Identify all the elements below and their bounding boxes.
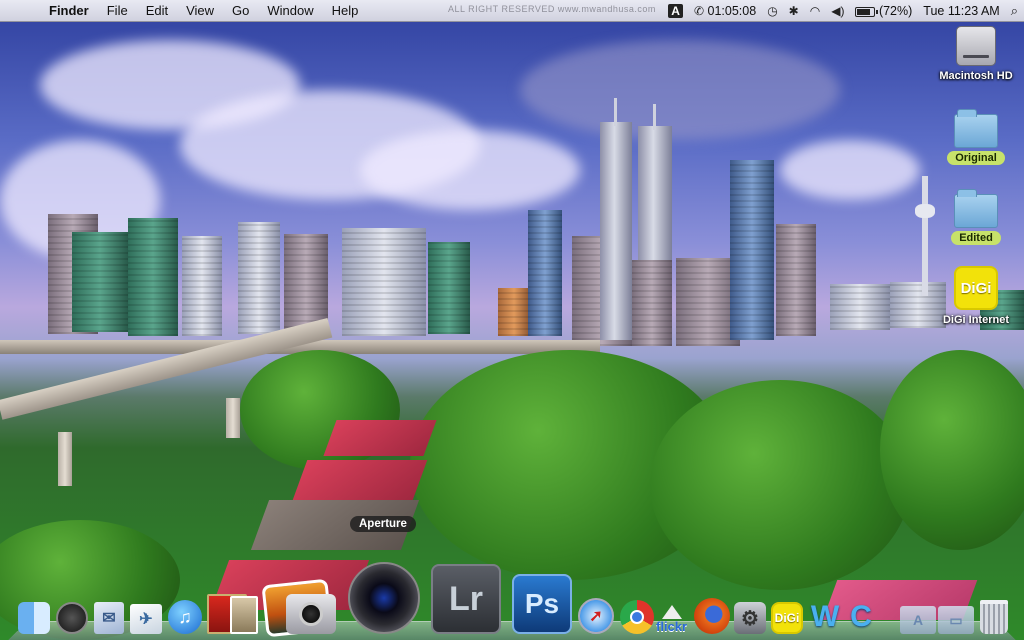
digi-icon: DiGi bbox=[954, 266, 998, 310]
dock-photoshop[interactable]: Ps bbox=[512, 574, 572, 634]
dock-flickr[interactable]: flickr bbox=[656, 605, 687, 634]
battery-icon bbox=[855, 6, 879, 17]
menu-edit[interactable]: Edit bbox=[137, 0, 177, 22]
menu-status-area: A ✆ 01:05:08 ◷ ✱ ◠ ◀) (72%) Tue 11:23 AM… bbox=[668, 0, 1018, 22]
finder-icon bbox=[18, 602, 50, 634]
wallpaper-watermark: ALL RIGHT RESERVED www.mwandhusa.com bbox=[448, 4, 656, 14]
dock-digi[interactable]: DiGi bbox=[771, 602, 803, 634]
input-menu-icon[interactable]: A bbox=[668, 4, 683, 18]
applications-folder-icon: A bbox=[900, 606, 936, 634]
dock-itunes[interactable]: ♫ bbox=[168, 600, 202, 634]
desktop-icon-label: DiGi Internet bbox=[942, 314, 1009, 326]
dock-tooltip: Aperture bbox=[350, 516, 416, 532]
photoshop-icon: Ps bbox=[512, 574, 572, 634]
dock-finder[interactable] bbox=[18, 602, 50, 634]
timer-value: 01:05:08 bbox=[707, 4, 757, 18]
itunes-icon: ♫ bbox=[168, 600, 202, 634]
dock-firefox[interactable] bbox=[694, 598, 730, 634]
dock-iphoto[interactable]: ✈ bbox=[130, 604, 162, 634]
desktop-wallpaper bbox=[0, 0, 1024, 640]
aperture-icon bbox=[348, 562, 420, 634]
camera-icon bbox=[286, 594, 336, 634]
dock-image-capture[interactable] bbox=[286, 594, 336, 634]
dock-applications-folder[interactable]: A bbox=[900, 606, 936, 634]
timer-status[interactable]: ✆ 01:05:08 bbox=[694, 0, 756, 22]
digi-icon: DiGi bbox=[771, 602, 803, 634]
dock-mail[interactable]: ✉ bbox=[94, 602, 124, 634]
c-app-icon: C bbox=[850, 600, 872, 633]
desktop-icon-macintosh-hd[interactable]: Macintosh HD bbox=[931, 26, 1021, 84]
hard-drive-icon bbox=[956, 26, 996, 66]
dock-dashboard[interactable] bbox=[56, 602, 88, 634]
desktop-icon-label: Original bbox=[947, 151, 1005, 165]
word-icon: W bbox=[810, 600, 840, 633]
phone-icon: ✆ bbox=[693, 4, 705, 18]
chrome-icon bbox=[620, 600, 654, 634]
safari-icon: ➚ bbox=[578, 598, 614, 634]
desktop-icon-edited[interactable]: Edited bbox=[931, 189, 1021, 246]
lightroom-icon: Lr bbox=[431, 564, 501, 634]
menu-view[interactable]: View bbox=[177, 0, 223, 22]
menu-finder[interactable]: Finder bbox=[40, 0, 98, 22]
time-machine-icon[interactable]: ◷ bbox=[767, 0, 777, 22]
dock-c-app[interactable]: C bbox=[844, 600, 878, 634]
bluetooth-icon[interactable]: ✱ bbox=[789, 0, 799, 22]
menu-go[interactable]: Go bbox=[223, 0, 258, 22]
menu-window[interactable]: Window bbox=[258, 0, 322, 22]
desktop-icon-digi-internet[interactable]: DiGi DiGi Internet bbox=[931, 266, 1021, 328]
menu-file[interactable]: File bbox=[98, 0, 137, 22]
battery-status[interactable]: (72%) bbox=[855, 4, 912, 18]
dock-aperture[interactable] bbox=[348, 562, 420, 634]
upload-arrow-icon bbox=[661, 605, 682, 619]
dashboard-icon bbox=[56, 602, 88, 634]
firefox-icon bbox=[694, 598, 730, 634]
documents-folder-icon: ▭ bbox=[938, 606, 974, 634]
flickr-label: flickr bbox=[656, 619, 688, 634]
dock-system-preferences[interactable]: ⚙ bbox=[734, 602, 766, 634]
menu-clock[interactable]: Tue 11:23 AM bbox=[923, 4, 999, 18]
trash-icon bbox=[980, 600, 1008, 634]
spotlight-search-icon[interactable]: ⌕ bbox=[1011, 0, 1018, 22]
iphoto-icon: ✈ bbox=[130, 604, 162, 634]
battery-percent: (72%) bbox=[878, 4, 913, 18]
photo-booth-icon bbox=[230, 596, 258, 634]
gear-icon: ⚙ bbox=[734, 602, 766, 634]
dock-chrome[interactable] bbox=[620, 600, 654, 634]
desktop-icon-original[interactable]: Original bbox=[931, 109, 1021, 166]
dock-safari[interactable]: ➚ bbox=[578, 598, 614, 634]
dock-photo-booth[interactable] bbox=[230, 596, 258, 634]
desktop-icon-label: Macintosh HD bbox=[939, 70, 1013, 82]
volume-icon[interactable]: ◀) bbox=[831, 0, 844, 22]
dock-documents-folder[interactable]: ▭ bbox=[938, 606, 974, 634]
folder-icon bbox=[954, 189, 998, 228]
folder-icon bbox=[954, 109, 998, 148]
dock-trash[interactable] bbox=[980, 600, 1008, 634]
wifi-icon[interactable]: ◠ bbox=[810, 0, 820, 22]
mail-icon: ✉ bbox=[94, 602, 124, 634]
menu-bar: Finder File Edit View Go Window Help ALL… bbox=[0, 0, 1024, 22]
dock-lightroom[interactable]: Lr bbox=[431, 564, 501, 634]
dock-word[interactable]: W bbox=[808, 600, 842, 634]
menu-help[interactable]: Help bbox=[323, 0, 368, 22]
desktop-icon-label: Edited bbox=[951, 231, 1001, 245]
